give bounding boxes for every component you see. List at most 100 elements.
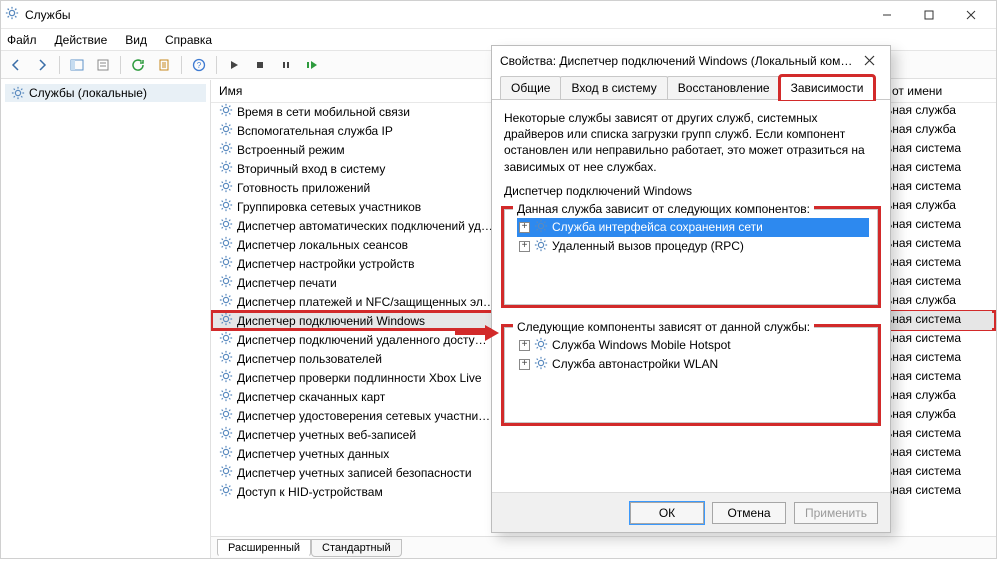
stop-icon[interactable]	[249, 54, 271, 76]
refresh-icon[interactable]	[127, 54, 149, 76]
menu-help[interactable]: Справка	[163, 31, 214, 49]
tab-standard[interactable]: Стандартный	[311, 539, 402, 557]
service-icon	[219, 407, 233, 424]
depends-on-group: Данная служба зависит от следующих компо…	[504, 209, 878, 305]
tab-logon[interactable]: Вход в систему	[560, 76, 667, 99]
service-name: Время в сети мобильной связи	[237, 105, 410, 119]
service-icon	[219, 274, 233, 291]
logon-value: ьная служба	[884, 121, 992, 140]
deps-description: Некоторые службы зависят от других служб…	[504, 110, 878, 175]
export-icon[interactable]	[153, 54, 175, 76]
logon-value: ьная система	[884, 254, 992, 273]
logon-value: ьная система	[884, 463, 992, 482]
service-name: Вторичный вход в систему	[237, 162, 385, 176]
tree-root-label: Службы (локальные)	[29, 86, 147, 100]
service-name-label: Диспетчер подключений Windows	[504, 183, 878, 199]
expand-icon[interactable]: +	[519, 340, 530, 351]
tree-root-services[interactable]: Службы (локальные)	[5, 84, 206, 102]
right-column-values: ьная службаьная службаьная системаьная с…	[884, 102, 992, 534]
service-name: Диспетчер учетных записей безопасности	[237, 466, 472, 480]
logon-value: ьная служба	[884, 292, 992, 311]
depends-on-legend: Данная служба зависит от следующих компо…	[513, 202, 814, 216]
service-name: Группировка сетевых участников	[237, 200, 421, 214]
service-icon	[219, 160, 233, 177]
dep-service-icon	[534, 356, 548, 373]
tab-extended[interactable]: Расширенный	[217, 539, 311, 557]
service-name: Диспетчер платежей и NFC/защищенных эл…	[237, 295, 495, 309]
titlebar: Службы	[1, 1, 996, 29]
menu-action[interactable]: Действие	[53, 31, 110, 49]
service-icon	[219, 445, 233, 462]
dependency-label: Служба автонастройки WLAN	[552, 357, 718, 371]
maximize-button[interactable]	[908, 2, 950, 28]
expand-icon[interactable]: +	[519, 222, 530, 233]
service-icon	[219, 122, 233, 139]
cancel-button[interactable]: Отмена	[712, 502, 786, 524]
dialog-close-button[interactable]	[856, 53, 882, 70]
dependency-item[interactable]: + Служба автонастройки WLAN	[517, 355, 869, 374]
service-icon	[219, 103, 233, 120]
properties-dialog: Свойства: Диспетчер подключений Windows …	[491, 45, 891, 533]
pause-icon[interactable]	[275, 54, 297, 76]
close-button[interactable]	[950, 2, 992, 28]
logon-value: ьная система	[884, 368, 992, 387]
dialog-body: Некоторые службы зависят от других служб…	[492, 100, 890, 433]
service-icon	[219, 369, 233, 386]
menu-view[interactable]: Вид	[123, 31, 149, 49]
service-icon	[219, 179, 233, 196]
column-header-right[interactable]: от имени	[884, 80, 992, 103]
view-tabs: Расширенный Стандартный	[211, 536, 996, 558]
service-icon	[219, 312, 233, 329]
service-name: Диспетчер подключений удаленного досту…	[237, 333, 487, 347]
service-icon	[219, 464, 233, 481]
dependency-item[interactable]: +Служба Windows Mobile Hotspot	[517, 336, 869, 355]
minimize-button[interactable]	[866, 2, 908, 28]
service-icon	[219, 141, 233, 158]
apply-button[interactable]: Применить	[794, 502, 878, 524]
tab-recovery[interactable]: Восстановление	[667, 76, 781, 99]
service-icon	[219, 388, 233, 405]
dialog-buttons: ОК Отмена Применить	[492, 492, 890, 532]
forward-icon[interactable]	[31, 54, 53, 76]
dep-service-icon	[534, 219, 548, 236]
service-name: Диспетчер скачанных карт	[237, 390, 385, 404]
tab-dependencies[interactable]: Зависимости	[780, 76, 875, 99]
expand-icon[interactable]: +	[519, 359, 530, 370]
dependents-legend: Следующие компоненты зависят от данной с…	[513, 320, 814, 334]
dependency-label: Служба интерфейса сохранения сети	[552, 220, 763, 234]
properties-icon[interactable]	[92, 54, 114, 76]
back-icon[interactable]	[5, 54, 27, 76]
start-icon[interactable]	[223, 54, 245, 76]
service-name: Диспетчер пользователей	[237, 352, 382, 366]
service-name: Диспетчер настройки устройств	[237, 257, 414, 271]
dialog-title: Свойства: Диспетчер подключений Windows …	[500, 54, 856, 68]
show-hide-tree-icon[interactable]	[66, 54, 88, 76]
service-icon	[219, 331, 233, 348]
logon-value: ьная служба	[884, 406, 992, 425]
menu-file[interactable]: Файл	[5, 31, 39, 49]
arrow-annotation	[453, 323, 499, 343]
services-icon	[11, 86, 25, 100]
logon-value: ьная система	[884, 235, 992, 254]
logon-value: ьная система	[884, 159, 992, 178]
dependency-item[interactable]: +Удаленный вызов процедур (RPC)	[517, 237, 869, 256]
dependency-item[interactable]: + Служба интерфейса сохранения сети	[517, 218, 869, 237]
separator	[181, 56, 182, 74]
service-icon	[219, 293, 233, 310]
service-icon	[219, 236, 233, 253]
services-window: Службы Файл Действие Вид Справка ?	[0, 0, 997, 559]
expand-icon[interactable]: +	[519, 241, 530, 252]
services-icon	[5, 6, 19, 23]
logon-value: ьная система	[884, 444, 992, 463]
dep-service-icon	[534, 337, 548, 354]
restart-icon[interactable]	[301, 54, 323, 76]
ok-button[interactable]: ОК	[630, 502, 704, 524]
service-name: Доступ к HID-устройствам	[237, 485, 383, 499]
separator	[59, 56, 60, 74]
help-icon[interactable]: ?	[188, 54, 210, 76]
tab-general[interactable]: Общие	[500, 76, 561, 99]
left-tree-panel: Службы (локальные)	[1, 80, 211, 558]
service-name: Диспетчер проверки подлинности Xbox Live	[237, 371, 482, 385]
service-icon	[219, 217, 233, 234]
service-name: Диспетчер печати	[237, 276, 337, 290]
